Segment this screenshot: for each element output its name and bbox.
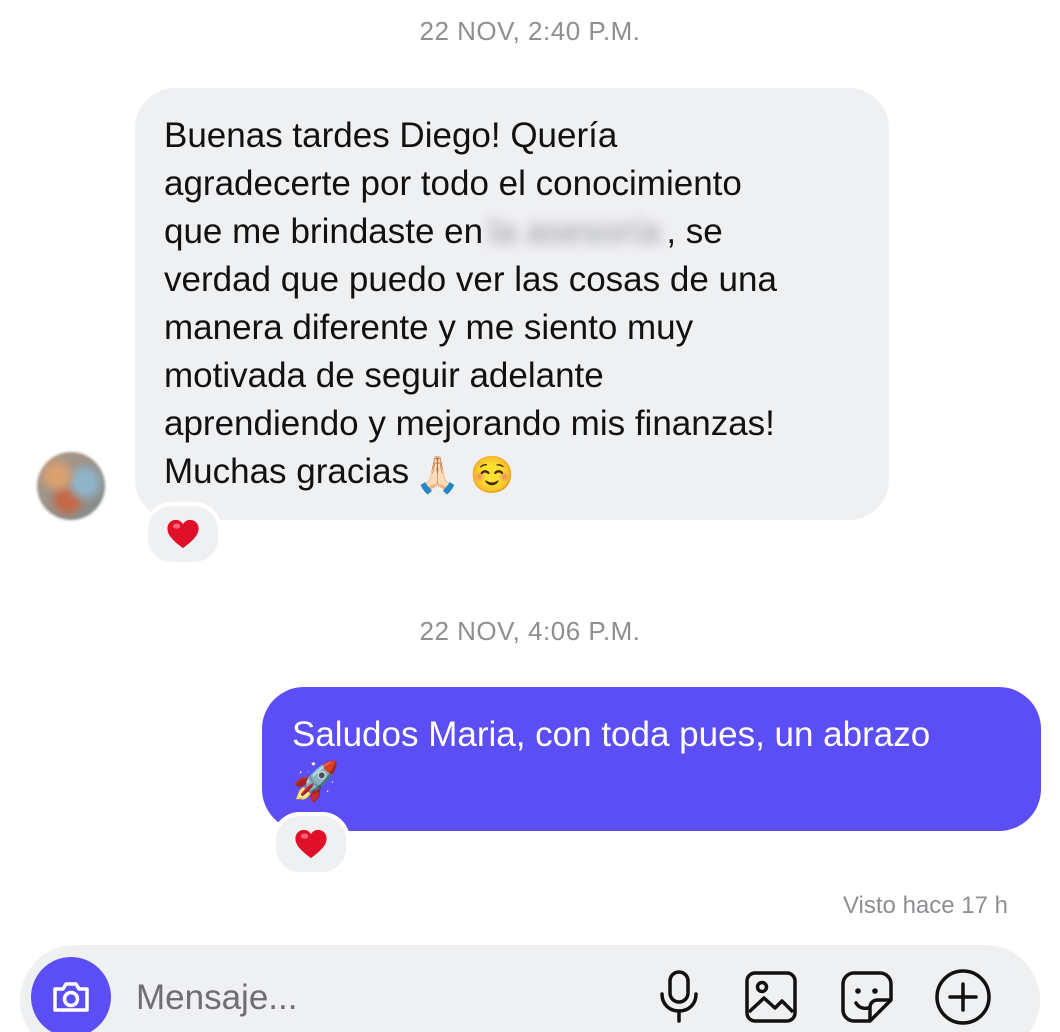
message-line: verdad que puedo ver las cosas de una — [164, 260, 777, 299]
plus-icon — [935, 969, 991, 1025]
message-line: motivada de seguir adelante — [164, 356, 604, 395]
outgoing-message-bubble[interactable] — [262, 687, 1041, 831]
heart-icon — [295, 829, 327, 859]
blurred-text: la asesoría — [489, 212, 661, 251]
message-line: agradecerte por todo el conocimiento — [164, 164, 742, 203]
gallery-icon — [745, 971, 797, 1023]
camera-icon — [53, 982, 89, 1012]
sticker-button[interactable] — [838, 968, 896, 1026]
heart-reaction[interactable] — [272, 812, 350, 876]
message-line: Muchas gracias 🙏🏻 ☺️ — [164, 452, 515, 495]
message-line-text: Muchas gracias — [164, 452, 410, 491]
heart-icon — [167, 519, 199, 549]
message-line: manera diferente y me siento muy — [164, 308, 694, 347]
timestamp: 22 NOV, 4:06 P.M. — [419, 616, 641, 646]
heart-reaction[interactable] — [144, 502, 222, 566]
emoji: 🙏🏻 ☺️ — [415, 454, 515, 495]
sender-avatar[interactable] — [37, 452, 105, 520]
message-line: aprendiendo y mejorando mis finanzas! — [164, 404, 775, 443]
microphone-button[interactable] — [650, 968, 708, 1026]
rocket-emoji: 🚀 — [292, 761, 340, 803]
gallery-button[interactable] — [742, 968, 800, 1026]
message-line: Saludos Maria, con toda pues, un abrazo — [292, 715, 931, 754]
message-line-suffix: , se — [666, 212, 723, 251]
message-input[interactable] — [136, 975, 616, 1021]
seen-status: Visto hace 17 h — [842, 892, 1008, 919]
chat-screen: 22 NOV, 2:40 P.M. Buenas tardes Diego! Q… — [0, 0, 1060, 1032]
sticker-icon — [841, 971, 893, 1023]
message-line-text: que me brindaste en — [164, 212, 484, 251]
camera-button[interactable] — [31, 957, 111, 1032]
message-line: Buenas tardes Diego! Quería — [164, 116, 618, 155]
more-button[interactable] — [934, 968, 992, 1026]
message-line: que me brindaste en la asesoría, se — [164, 212, 723, 252]
timestamp: 22 NOV, 2:40 P.M. — [419, 16, 641, 46]
microphone-icon — [660, 970, 698, 1023]
